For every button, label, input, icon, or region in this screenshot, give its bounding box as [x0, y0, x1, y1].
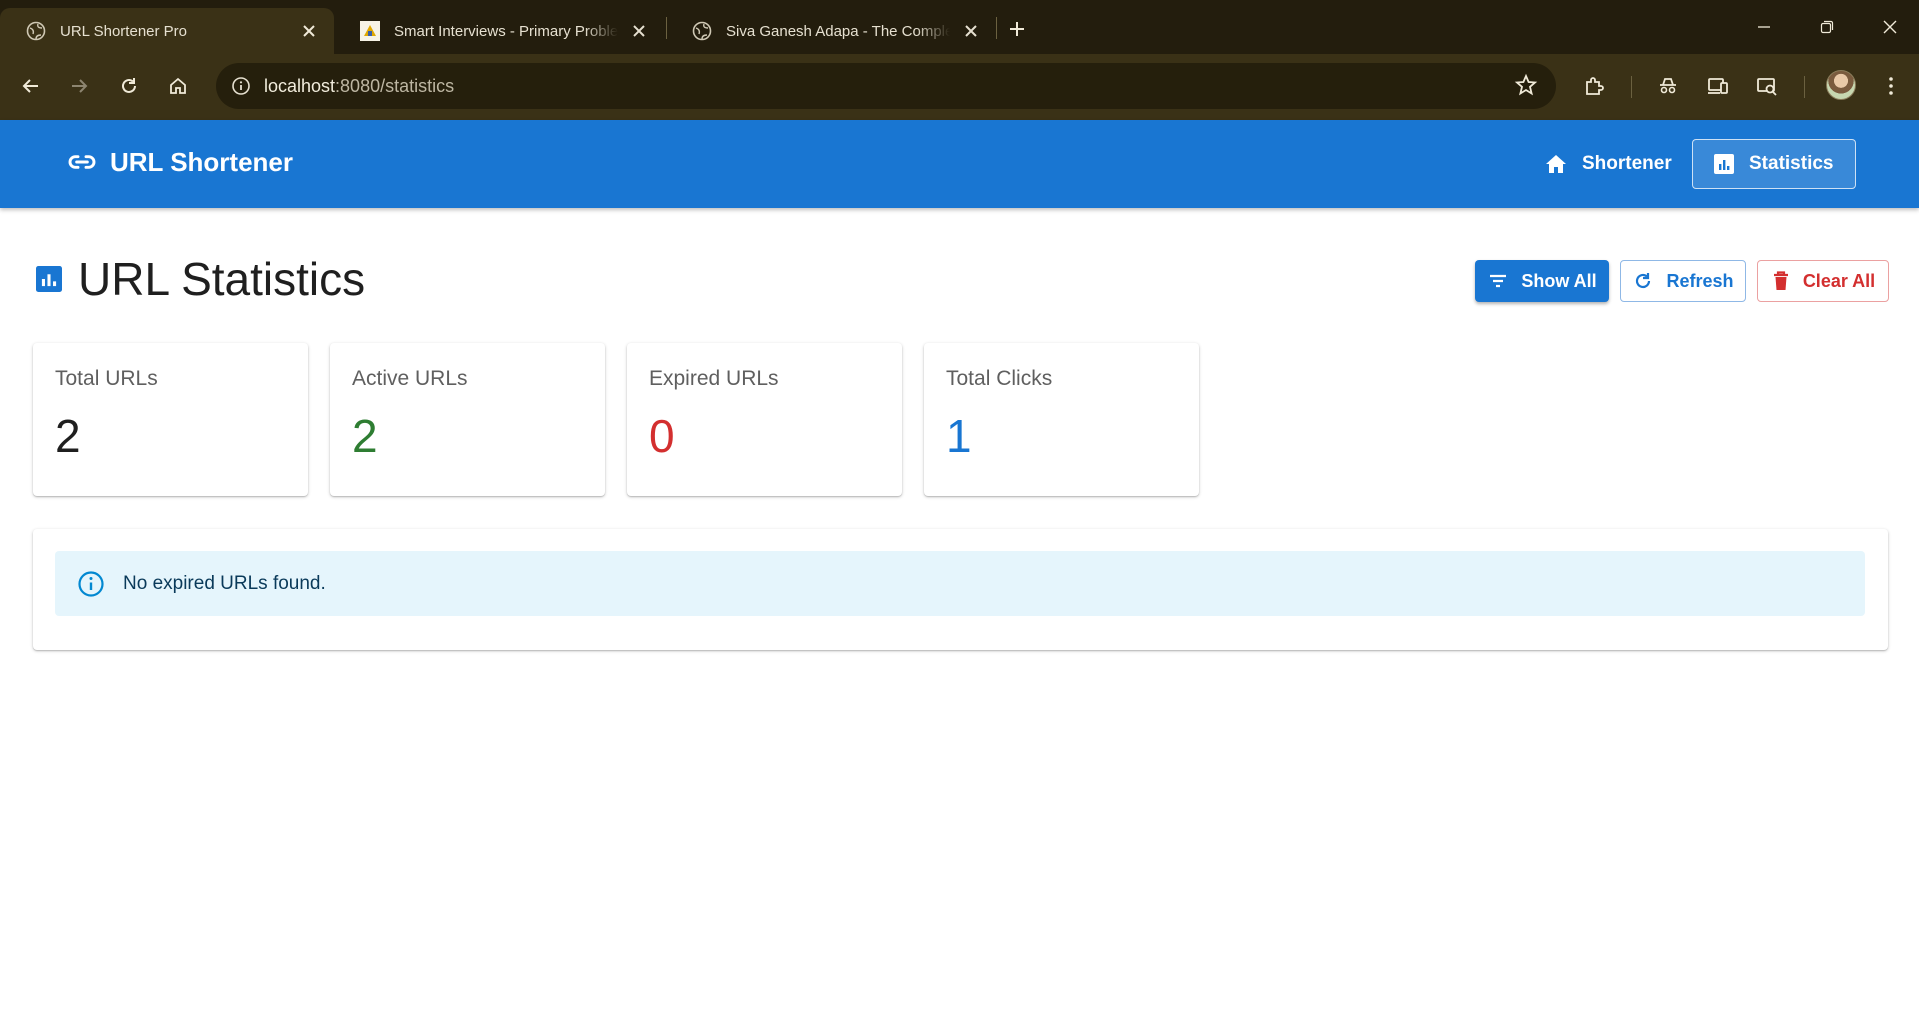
- reload-icon: [122, 78, 136, 93]
- close-tab-icon[interactable]: [960, 20, 982, 42]
- filter-icon: [1490, 274, 1507, 288]
- stat-card-active-urls: Active URLs 2: [330, 343, 605, 496]
- tab-separator: [996, 17, 997, 39]
- show-all-button[interactable]: Show All: [1475, 260, 1609, 302]
- restore-icon: [1820, 20, 1834, 34]
- refresh-button[interactable]: Refresh: [1620, 260, 1746, 302]
- puzzle-icon: [1586, 77, 1604, 95]
- reload-button[interactable]: [111, 68, 147, 104]
- stat-card-total-clicks: Total Clicks 1: [924, 343, 1199, 496]
- browser-tab[interactable]: Smart Interviews - Primary Problem: [334, 8, 664, 54]
- address-path: :8080/statistics: [335, 75, 455, 96]
- close-tab-icon[interactable]: [628, 20, 650, 42]
- nav-shortener[interactable]: Shortener: [1524, 139, 1692, 189]
- app-brand[interactable]: URL Shortener: [66, 146, 293, 178]
- stat-label: Total Clicks: [946, 367, 1053, 390]
- show-all-label: Show All: [1521, 270, 1597, 291]
- home-outline-icon: [170, 77, 186, 94]
- tab-title: URL Shortener Pro: [60, 22, 188, 40]
- bar-chart-icon: [36, 266, 62, 292]
- stat-card-expired-urls: Expired URLs 0: [627, 343, 902, 496]
- globe-icon: [26, 21, 46, 41]
- browser-tab[interactable]: Siva Ganesh Adapa - The Complete: [666, 8, 996, 54]
- site-info-icon[interactable]: [228, 73, 254, 99]
- stat-value: 2: [352, 410, 378, 462]
- close-tab-icon[interactable]: [298, 20, 320, 42]
- incognito-icon: [1660, 78, 1676, 94]
- info-alert: No expired URLs found.: [55, 551, 1865, 616]
- refresh-icon: [1636, 273, 1651, 289]
- screen-search-icon: [1757, 78, 1777, 96]
- toolbar-separator: [1631, 76, 1632, 98]
- app-brand-title: URL Shortener: [110, 146, 293, 177]
- refresh-label: Refresh: [1666, 270, 1734, 291]
- search-tab-button[interactable]: [1750, 69, 1784, 103]
- info-icon: [78, 570, 104, 597]
- trash-icon: [1773, 271, 1788, 290]
- devices-button[interactable]: [1701, 69, 1735, 103]
- clear-all-label: Clear All: [1802, 270, 1876, 291]
- minimize-button[interactable]: [1744, 10, 1784, 44]
- tab-title: Smart Interviews - Primary Problem: [394, 22, 618, 40]
- clear-all-button[interactable]: Clear All: [1757, 260, 1889, 302]
- smart-interviews-logo-icon: [360, 21, 380, 41]
- nav-statistics-label: Statistics: [1749, 153, 1834, 174]
- new-tab-button[interactable]: [1002, 14, 1032, 44]
- close-window-button[interactable]: [1870, 10, 1910, 44]
- globe-icon: [692, 21, 712, 41]
- app-bar: URL Shortener Shortener Statistics: [0, 120, 1919, 208]
- devices-icon: [1708, 78, 1728, 94]
- page-title: URL Statistics: [78, 253, 366, 305]
- expired-urls-panel: No expired URLs found.: [33, 529, 1888, 650]
- profile-avatar[interactable]: [1826, 70, 1856, 100]
- stat-label: Active URLs: [352, 367, 468, 390]
- link-icon: [68, 155, 96, 169]
- alert-message: No expired URLs found.: [123, 572, 326, 594]
- forward-button[interactable]: [61, 68, 97, 104]
- extensions-button[interactable]: [1577, 69, 1611, 103]
- stat-label: Expired URLs: [649, 367, 779, 390]
- more-vertical-icon: [1889, 77, 1893, 95]
- browser-tab-active[interactable]: URL Shortener Pro: [0, 8, 334, 54]
- stat-value: 0: [649, 410, 675, 462]
- bar-chart-icon: [1714, 154, 1734, 174]
- browser-toolbar: localhost:8080/statistics: [0, 54, 1919, 120]
- back-button[interactable]: [13, 68, 49, 104]
- close-icon: [1883, 20, 1897, 34]
- nav-shortener-label: Shortener: [1582, 153, 1672, 174]
- address-bar[interactable]: localhost:8080/statistics: [216, 63, 1556, 109]
- restore-button[interactable]: [1807, 10, 1847, 44]
- browser-menu-button[interactable]: [1874, 69, 1908, 103]
- page-header: URL Statistics: [36, 252, 365, 306]
- tab-title: Siva Ganesh Adapa - The Complete: [726, 22, 950, 40]
- stat-card-total-urls: Total URLs 2: [33, 343, 308, 496]
- browser-chrome: URL Shortener Pro Smart Interviews - Pri…: [0, 0, 1919, 120]
- stat-value: 1: [946, 410, 972, 462]
- nav-statistics[interactable]: Statistics: [1692, 139, 1856, 189]
- bookmark-star-icon[interactable]: [1514, 73, 1538, 102]
- arrow-left-icon: [22, 79, 38, 93]
- toolbar-separator: [1804, 76, 1805, 98]
- plus-icon: [1010, 22, 1024, 36]
- minimize-icon: [1758, 26, 1770, 28]
- arrow-right-icon: [72, 79, 88, 93]
- address-url: localhost:8080/statistics: [264, 76, 454, 97]
- stat-value: 2: [55, 410, 81, 462]
- home-button[interactable]: [160, 68, 196, 104]
- stat-label: Total URLs: [55, 367, 158, 390]
- address-host: localhost: [264, 75, 336, 96]
- home-icon: [1546, 155, 1566, 173]
- tab-strip: URL Shortener Pro Smart Interviews - Pri…: [0, 0, 1919, 54]
- incognito-button[interactable]: [1651, 69, 1685, 103]
